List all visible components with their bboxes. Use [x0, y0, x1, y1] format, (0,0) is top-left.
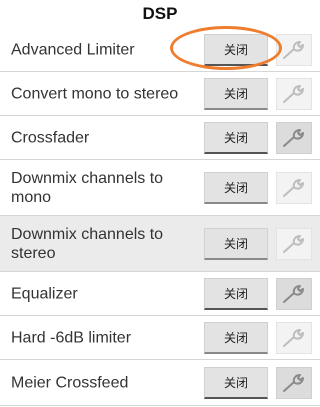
wrench-icon — [283, 284, 304, 303]
row-label: Hard -6dB limiter — [11, 329, 132, 346]
settings-button[interactable] — [276, 321, 312, 354]
row-label: Convert mono to stereo — [11, 85, 179, 102]
row-label: Downmix channels to mono — [11, 169, 164, 206]
dsp-row-equalizer: Equalizer 关闭 — [0, 272, 320, 316]
settings-button[interactable] — [276, 121, 312, 154]
settings-button[interactable] — [276, 33, 312, 66]
wrench-icon — [283, 84, 304, 103]
settings-button[interactable] — [276, 77, 312, 110]
toggle-button[interactable]: 关闭 — [204, 321, 268, 354]
wrench-icon — [283, 328, 304, 347]
row-label: Meier Crossfeed — [11, 374, 129, 391]
toggle-button[interactable]: 关闭 — [204, 33, 268, 66]
wrench-icon — [283, 373, 304, 392]
dsp-row-downmix-stereo: Downmix channels to stereo 关闭 — [0, 216, 320, 272]
toggle-button[interactable]: 关闭 — [204, 227, 268, 260]
row-label: Advanced Limiter — [11, 41, 135, 58]
dsp-screen: DSP Advanced Limiter 关闭 Convert mono to … — [0, 0, 320, 407]
toggle-button[interactable]: 关闭 — [204, 366, 268, 399]
row-label: Crossfader — [11, 129, 90, 146]
dsp-row-downmix-mono: Downmix channels to mono 关闭 — [0, 160, 320, 216]
wrench-icon — [283, 40, 304, 59]
toggle-button[interactable]: 关闭 — [204, 277, 268, 310]
settings-button[interactable] — [276, 366, 312, 399]
toggle-button[interactable]: 关闭 — [204, 171, 268, 204]
toggle-button[interactable]: 关闭 — [204, 77, 268, 110]
wrench-icon — [283, 178, 304, 197]
dsp-row-advanced-limiter: Advanced Limiter 关闭 — [0, 28, 320, 72]
settings-button[interactable] — [276, 277, 312, 310]
dsp-row-crossfader: Crossfader 关闭 — [0, 116, 320, 160]
page-title: DSP — [142, 4, 178, 23]
settings-button[interactable] — [276, 227, 312, 260]
dsp-list: Advanced Limiter 关闭 Convert mono to ster… — [0, 28, 320, 406]
wrench-icon — [283, 128, 304, 147]
row-label: Downmix channels to stereo — [11, 225, 164, 262]
dsp-row-convert-mono: Convert mono to stereo 关闭 — [0, 72, 320, 116]
row-label: Equalizer — [11, 285, 78, 302]
settings-button[interactable] — [276, 171, 312, 204]
dsp-row-meier-crossfeed: Meier Crossfeed 关闭 — [0, 360, 320, 406]
toggle-button[interactable]: 关闭 — [204, 121, 268, 154]
dsp-row-hard-limiter: Hard -6dB limiter 关闭 — [0, 316, 320, 360]
wrench-icon — [283, 234, 304, 253]
